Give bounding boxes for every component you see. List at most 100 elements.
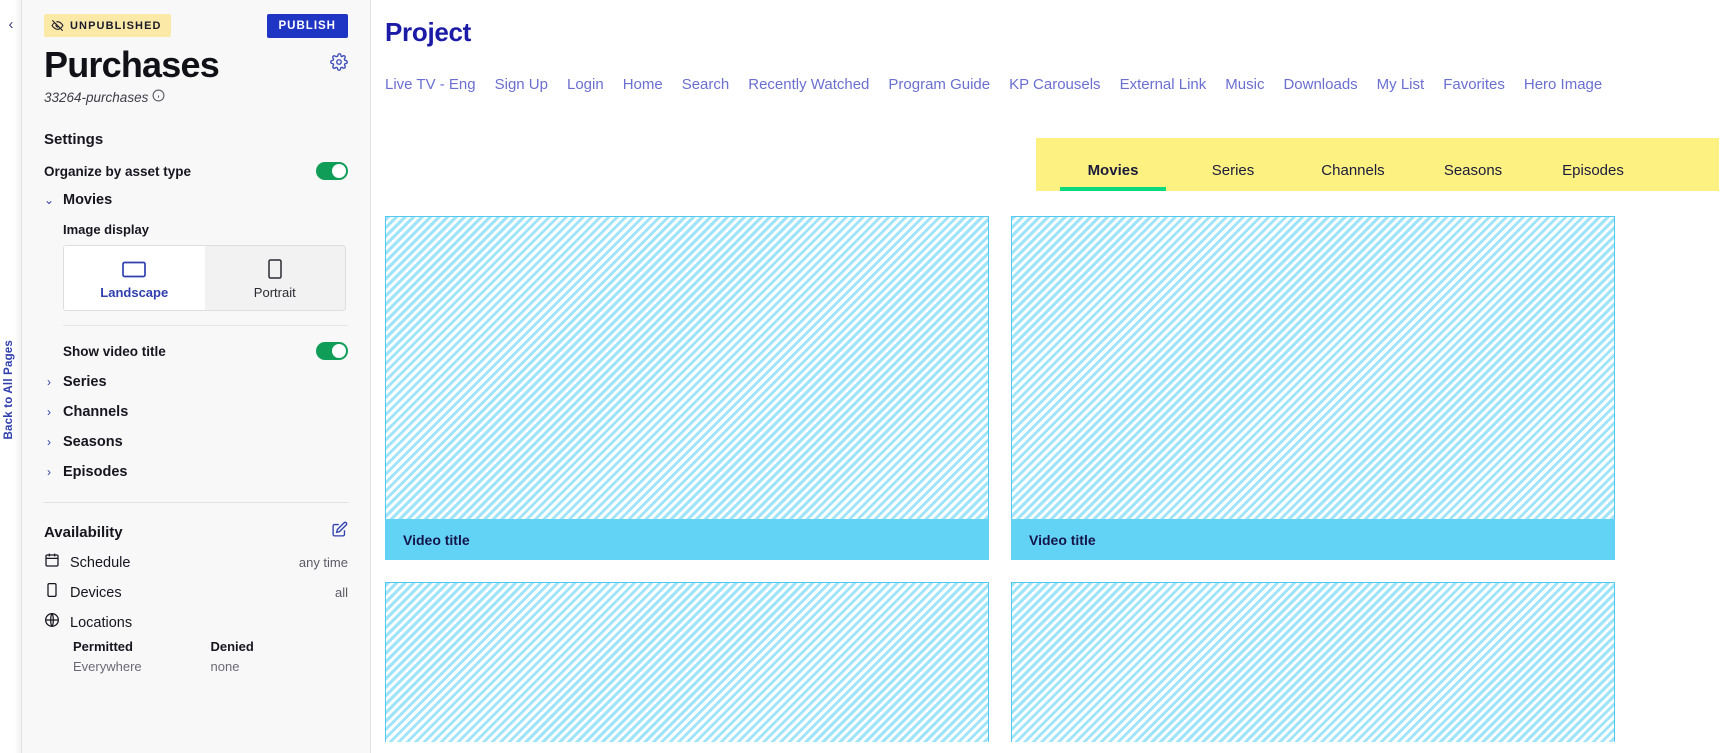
movies-subsection: Image display Landscape Portrait	[44, 222, 348, 326]
nav-link-search[interactable]: Search	[682, 76, 730, 93]
nav-link-sign-up[interactable]: Sign Up	[495, 76, 548, 93]
settings-panel: UNPUBLISHED PUBLISH Purchases 33264-purc…	[22, 0, 371, 753]
tab-episodes[interactable]: Episodes	[1540, 162, 1646, 191]
group-seasons-label: Seasons	[63, 434, 123, 450]
chevron-down-icon: ⌄	[44, 193, 55, 207]
edit-pencil-icon[interactable]	[331, 521, 348, 543]
nav-link-my-list[interactable]: My List	[1377, 76, 1425, 93]
publish-button[interactable]: PUBLISH	[266, 14, 348, 38]
video-card[interactable]: Video title	[385, 216, 989, 560]
preview-nav: Live TV - Eng Sign Up Login Home Search …	[385, 76, 1602, 93]
left-rail: ‹ Back to All Pages	[0, 0, 22, 753]
organize-label: Organize by asset type	[44, 163, 192, 179]
tab-channels[interactable]: Channels	[1300, 162, 1406, 191]
locations-denied-header: Denied	[210, 639, 254, 654]
video-card-artwork-placeholder	[385, 216, 989, 519]
chevron-right-icon: ›	[47, 405, 51, 419]
group-channels[interactable]: › Channels	[44, 404, 348, 420]
group-series-label: Series	[63, 374, 107, 390]
group-movies[interactable]: ⌄ Movies	[44, 192, 348, 208]
group-channels-label: Channels	[63, 404, 129, 420]
group-episodes[interactable]: › Episodes	[44, 464, 348, 480]
nav-link-music[interactable]: Music	[1225, 76, 1264, 93]
chevron-right-icon: ›	[47, 435, 51, 449]
eye-off-icon	[51, 19, 64, 32]
availability-row-locations: Locations	[44, 612, 348, 633]
nav-link-favorites[interactable]: Favorites	[1443, 76, 1505, 93]
page-slug: 33264-purchases	[44, 89, 348, 105]
availability-schedule-label: Schedule	[70, 554, 131, 571]
subsection-divider	[63, 325, 348, 326]
tab-seasons[interactable]: Seasons	[1420, 162, 1526, 191]
organize-toggle[interactable]	[316, 162, 348, 180]
gear-icon[interactable]	[330, 53, 348, 76]
segment-landscape-label: Landscape	[100, 285, 169, 300]
availability-left: Locations	[44, 612, 132, 633]
video-card-title-bar: Video title	[1011, 519, 1615, 560]
tab-movies[interactable]: Movies	[1060, 162, 1166, 191]
availability-row-schedule: Schedule any time	[44, 552, 348, 573]
show-video-title-label: Show video title	[63, 343, 166, 359]
device-icon	[44, 582, 60, 603]
group-movies-label: Movies	[63, 192, 113, 208]
panel-body: Settings Organize by asset type ⌄ Movies…	[22, 131, 370, 674]
segment-portrait-label: Portrait	[253, 285, 296, 300]
group-seasons[interactable]: › Seasons	[44, 434, 348, 450]
availability-header: Availability	[44, 521, 348, 543]
chevron-left-icon[interactable]: ‹	[4, 17, 18, 32]
video-card-title-bar: Video title	[385, 519, 989, 560]
show-video-title-toggle[interactable]	[316, 342, 348, 360]
video-card[interactable]: Video title	[1011, 216, 1615, 560]
availability-row-devices: Devices all	[44, 582, 348, 603]
video-card-title: Video title	[403, 531, 470, 548]
video-card-artwork-placeholder	[1011, 216, 1615, 519]
settings-heading: Settings	[44, 131, 104, 148]
locations-permitted-column: Permitted Everywhere	[73, 639, 211, 674]
image-display-label: Image display	[63, 222, 149, 237]
portrait-rect-icon	[205, 258, 346, 280]
app-root: ‹ Back to All Pages UNPUBLISHED PUBLISH …	[0, 0, 1728, 753]
locations-denied-value: none	[210, 659, 240, 674]
availability-locations-label: Locations	[70, 614, 133, 631]
chevron-right-icon: ›	[47, 375, 51, 389]
nav-link-kp-carousels[interactable]: KP Carousels	[1009, 76, 1100, 93]
group-series[interactable]: › Series	[44, 374, 348, 390]
availability-heading: Availability	[44, 523, 123, 541]
nav-link-downloads[interactable]: Downloads	[1283, 76, 1357, 93]
locations-permitted-header: Permitted	[73, 639, 133, 654]
nav-link-external-link[interactable]: External Link	[1120, 76, 1207, 93]
nav-link-program-guide[interactable]: Program Guide	[888, 76, 990, 93]
nav-link-home[interactable]: Home	[623, 76, 663, 93]
image-display-segmented-control: Landscape Portrait	[63, 245, 346, 311]
locations-denied-column: Denied none	[211, 639, 349, 674]
availability-devices-label: Devices	[70, 584, 122, 601]
chevron-right-icon: ›	[47, 465, 51, 479]
asset-type-tabbar: Movies Series Channels Seasons Episodes	[1036, 138, 1719, 191]
locations-permitted-value: Everywhere	[73, 659, 142, 674]
video-card-artwork-placeholder	[385, 582, 989, 742]
nav-link-recently-watched[interactable]: Recently Watched	[748, 76, 869, 93]
video-card[interactable]	[385, 582, 989, 742]
organize-by-asset-type-row: Organize by asset type	[44, 162, 348, 180]
video-card-grid: Video title Video title	[385, 216, 1728, 742]
panel-header: UNPUBLISHED PUBLISH Purchases 33264-purc…	[22, 0, 370, 105]
back-to-all-pages-link[interactable]: Back to All Pages	[3, 340, 19, 439]
nav-link-hero-image[interactable]: Hero Image	[1524, 76, 1602, 93]
info-icon[interactable]	[152, 89, 165, 105]
segment-landscape[interactable]: Landscape	[64, 246, 205, 310]
segment-portrait[interactable]: Portrait	[205, 246, 346, 310]
project-title: Project	[385, 17, 472, 47]
availability-devices-value: all	[334, 585, 348, 600]
nav-link-login[interactable]: Login	[567, 76, 604, 93]
availability-schedule-value: any time	[298, 555, 348, 570]
landscape-rect-icon	[64, 258, 205, 280]
video-card[interactable]	[1011, 582, 1615, 742]
availability-left: Devices	[44, 582, 122, 603]
preview-area: Project Live TV - Eng Sign Up Login Home…	[371, 0, 1728, 753]
tab-series[interactable]: Series	[1180, 162, 1286, 191]
nav-link-live-tv-eng[interactable]: Live TV - Eng	[385, 76, 476, 93]
status-row: UNPUBLISHED PUBLISH	[44, 14, 348, 38]
toggle-knob	[332, 344, 346, 358]
collapsed-groups: › Series › Channels › Seasons › Episodes	[44, 374, 348, 480]
section-divider	[44, 502, 348, 503]
